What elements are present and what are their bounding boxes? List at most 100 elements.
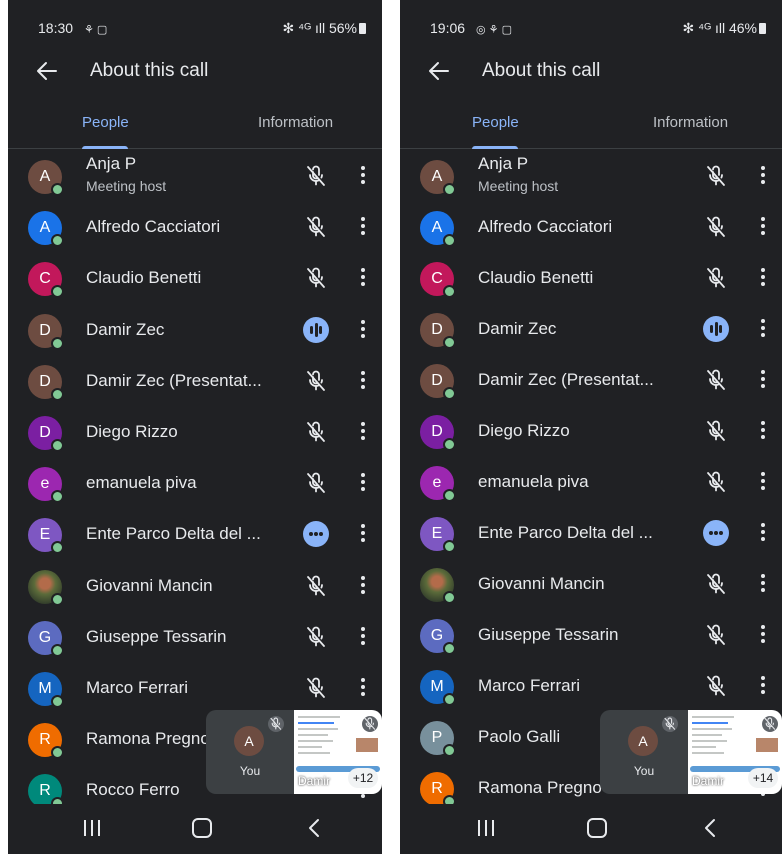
tab-bar: People Information <box>400 100 782 149</box>
mic-off-icon[interactable] <box>304 266 328 290</box>
back-arrow-icon[interactable] <box>426 58 452 84</box>
menu-dot <box>361 217 365 222</box>
extra-participants-count[interactable]: +12 <box>348 768 378 788</box>
participant-row[interactable]: C Claudio Benetti <box>400 252 782 304</box>
presentation-tile: Damir +14 <box>688 710 782 794</box>
more-options-icon[interactable] <box>760 472 766 492</box>
mic-off-icon[interactable] <box>704 623 728 647</box>
participant-avatar: A <box>420 160 456 196</box>
more-options-icon[interactable] <box>360 370 366 391</box>
participant-row[interactable]: Giovanni Mancin <box>400 558 782 610</box>
menu-dot <box>761 632 765 636</box>
participant-row[interactable]: D Diego Rizzo <box>400 405 782 457</box>
more-options-icon[interactable] <box>360 422 366 442</box>
recents-icon[interactable] <box>84 820 100 836</box>
avatar-initial: e <box>40 475 50 493</box>
participant-row[interactable]: M Marco Ferrari <box>400 660 782 712</box>
more-options-icon[interactable] <box>360 524 366 544</box>
participant-row[interactable]: E Ente Parco Delta del ... <box>400 507 782 559</box>
more-options-icon[interactable] <box>760 217 766 237</box>
participant-row[interactable]: e emanuela piva <box>400 456 782 508</box>
more-options-icon[interactable] <box>760 625 766 645</box>
more-options-icon[interactable] <box>760 676 766 696</box>
more-options-icon[interactable] <box>760 523 766 543</box>
online-status-dot <box>443 591 456 604</box>
extra-participants-count[interactable]: +14 <box>748 768 778 788</box>
mic-off-icon[interactable] <box>704 266 728 290</box>
menu-dot <box>361 640 365 645</box>
more-options-icon[interactable] <box>760 166 766 186</box>
participant-row[interactable]: D Damir Zec (Presentat... <box>400 354 782 406</box>
more-options-icon[interactable] <box>760 421 766 441</box>
participant-row[interactable]: C Claudio Benetti <box>8 252 382 304</box>
more-options-icon[interactable] <box>360 166 366 186</box>
more-options-icon[interactable] <box>760 574 766 594</box>
mic-off-icon[interactable] <box>704 215 728 239</box>
participant-row[interactable]: G Giuseppe Tessarin <box>400 609 782 661</box>
back-arrow-icon[interactable] <box>34 58 60 84</box>
mic-off-icon[interactable] <box>704 470 728 494</box>
avatar-initial: R <box>39 731 51 749</box>
tab-information[interactable]: Information <box>258 114 333 131</box>
participant-row[interactable]: A Alfredo Cacciatori <box>400 201 782 253</box>
participant-row[interactable]: D Damir Zec <box>400 303 782 355</box>
participant-row[interactable]: G Giuseppe Tessarin <box>8 611 382 663</box>
tab-people[interactable]: People <box>472 114 519 131</box>
recents-icon[interactable] <box>478 820 494 836</box>
mic-off-icon[interactable] <box>304 369 328 393</box>
participant-row[interactable]: A Alfredo Cacciatori <box>8 201 382 253</box>
slide-text-line <box>298 716 340 718</box>
participant-row[interactable]: e emanuela piva <box>8 457 382 509</box>
more-options-icon[interactable] <box>760 268 766 288</box>
participant-row[interactable]: Giovanni Mancin <box>8 560 382 612</box>
mic-off-icon[interactable] <box>304 574 328 598</box>
more-options-icon[interactable] <box>360 575 366 596</box>
more-options-icon[interactable] <box>360 678 366 698</box>
more-options-icon[interactable] <box>360 473 366 493</box>
mic-off-icon[interactable] <box>304 471 328 495</box>
participant-row[interactable]: D Damir Zec <box>8 304 382 356</box>
more-options-icon[interactable] <box>360 217 366 237</box>
participant-row[interactable]: D Diego Rizzo <box>8 406 382 458</box>
participant-row[interactable]: A Anja P Meeting host <box>400 150 782 202</box>
participant-name: Diego Rizzo <box>478 421 570 440</box>
home-icon[interactable] <box>587 818 607 838</box>
participant-row[interactable]: E Ente Parco Delta del ... <box>8 508 382 560</box>
participant-row[interactable]: M Marco Ferrari <box>8 662 382 714</box>
more-options-icon[interactable] <box>360 626 366 647</box>
mic-off-icon[interactable] <box>304 625 328 649</box>
speaking-bar <box>314 322 318 337</box>
nav-back-icon[interactable] <box>702 818 718 838</box>
slide-text-line <box>298 740 333 742</box>
tab-information[interactable]: Information <box>653 114 728 131</box>
tab-people[interactable]: People <box>82 114 129 131</box>
page-title: About this call <box>90 60 209 81</box>
dot <box>314 532 318 537</box>
mic-off-icon[interactable] <box>704 419 728 443</box>
picture-in-picture-overlay[interactable]: A You Damir +12 <box>206 710 382 794</box>
menu-dot <box>761 574 765 578</box>
nav-back-icon[interactable] <box>306 818 322 838</box>
mic-off-icon[interactable] <box>304 676 328 700</box>
mic-off-icon[interactable] <box>304 164 328 188</box>
avatar-initial: A <box>431 219 443 236</box>
mic-off-icon[interactable] <box>304 420 328 444</box>
speaking-bar <box>710 325 713 333</box>
mic-off-icon[interactable] <box>704 572 728 596</box>
mic-off-icon[interactable] <box>704 368 728 392</box>
participant-avatar: e <box>28 467 64 504</box>
more-options-icon[interactable] <box>360 268 366 288</box>
more-options-icon[interactable] <box>760 370 766 390</box>
participant-row[interactable]: A Anja P Meeting host <box>8 150 382 202</box>
more-options-icon[interactable] <box>760 319 766 339</box>
picture-in-picture-overlay[interactable]: A You Damir +14 <box>600 710 782 794</box>
participant-row[interactable]: D Damir Zec (Presentat... <box>8 355 382 407</box>
online-status-dot <box>51 490 64 504</box>
mic-off-icon[interactable] <box>704 164 728 188</box>
mic-off-icon[interactable] <box>304 215 328 239</box>
mic-off-icon[interactable] <box>704 674 728 698</box>
avatar-initial: P <box>431 729 443 746</box>
more-options-icon[interactable] <box>360 319 366 340</box>
participant-avatar: G <box>28 620 64 657</box>
home-icon[interactable] <box>192 818 212 838</box>
